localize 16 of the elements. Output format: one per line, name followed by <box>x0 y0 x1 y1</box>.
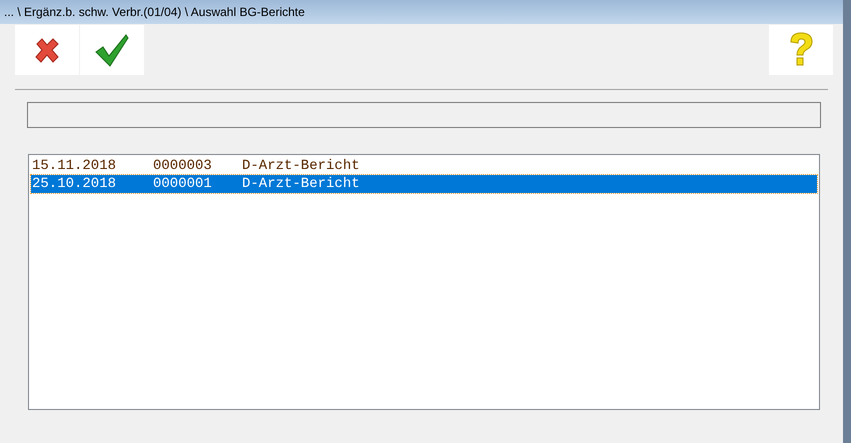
list-cell-text: 25.10.2018 <box>31 174 118 194</box>
window-title: ... \ Ergänz.b. schw. Verbr.(01/04) \ Auswahl BG-Berichte <box>4 4 305 21</box>
confirm-button[interactable] <box>80 25 144 75</box>
list-cell-text: 0000001 <box>152 174 213 194</box>
list-cell-text: 0000003 <box>152 156 213 176</box>
cancel-button[interactable] <box>15 25 79 75</box>
list-row[interactable]: 25.10.2018 0000001 D-Arzt-Bericht <box>31 175 817 193</box>
list-cell-text: D-Arzt-Bericht <box>241 156 360 176</box>
list-row[interactable]: 15.11.2018 0000003 D-Arzt-Bericht <box>31 157 817 175</box>
list-cell-text: 15.11.2018 <box>31 156 118 176</box>
list-cell-text: D-Arzt-Bericht <box>241 174 360 194</box>
help-button[interactable] <box>769 25 833 75</box>
report-list[interactable]: 15.11.2018 0000003 D-Arzt-Bericht 25.10.2018 0000001 D-Arzt-Bericht <box>28 154 820 410</box>
checkmark-icon <box>94 32 130 68</box>
help-icon <box>788 32 814 68</box>
close-icon <box>33 36 61 64</box>
